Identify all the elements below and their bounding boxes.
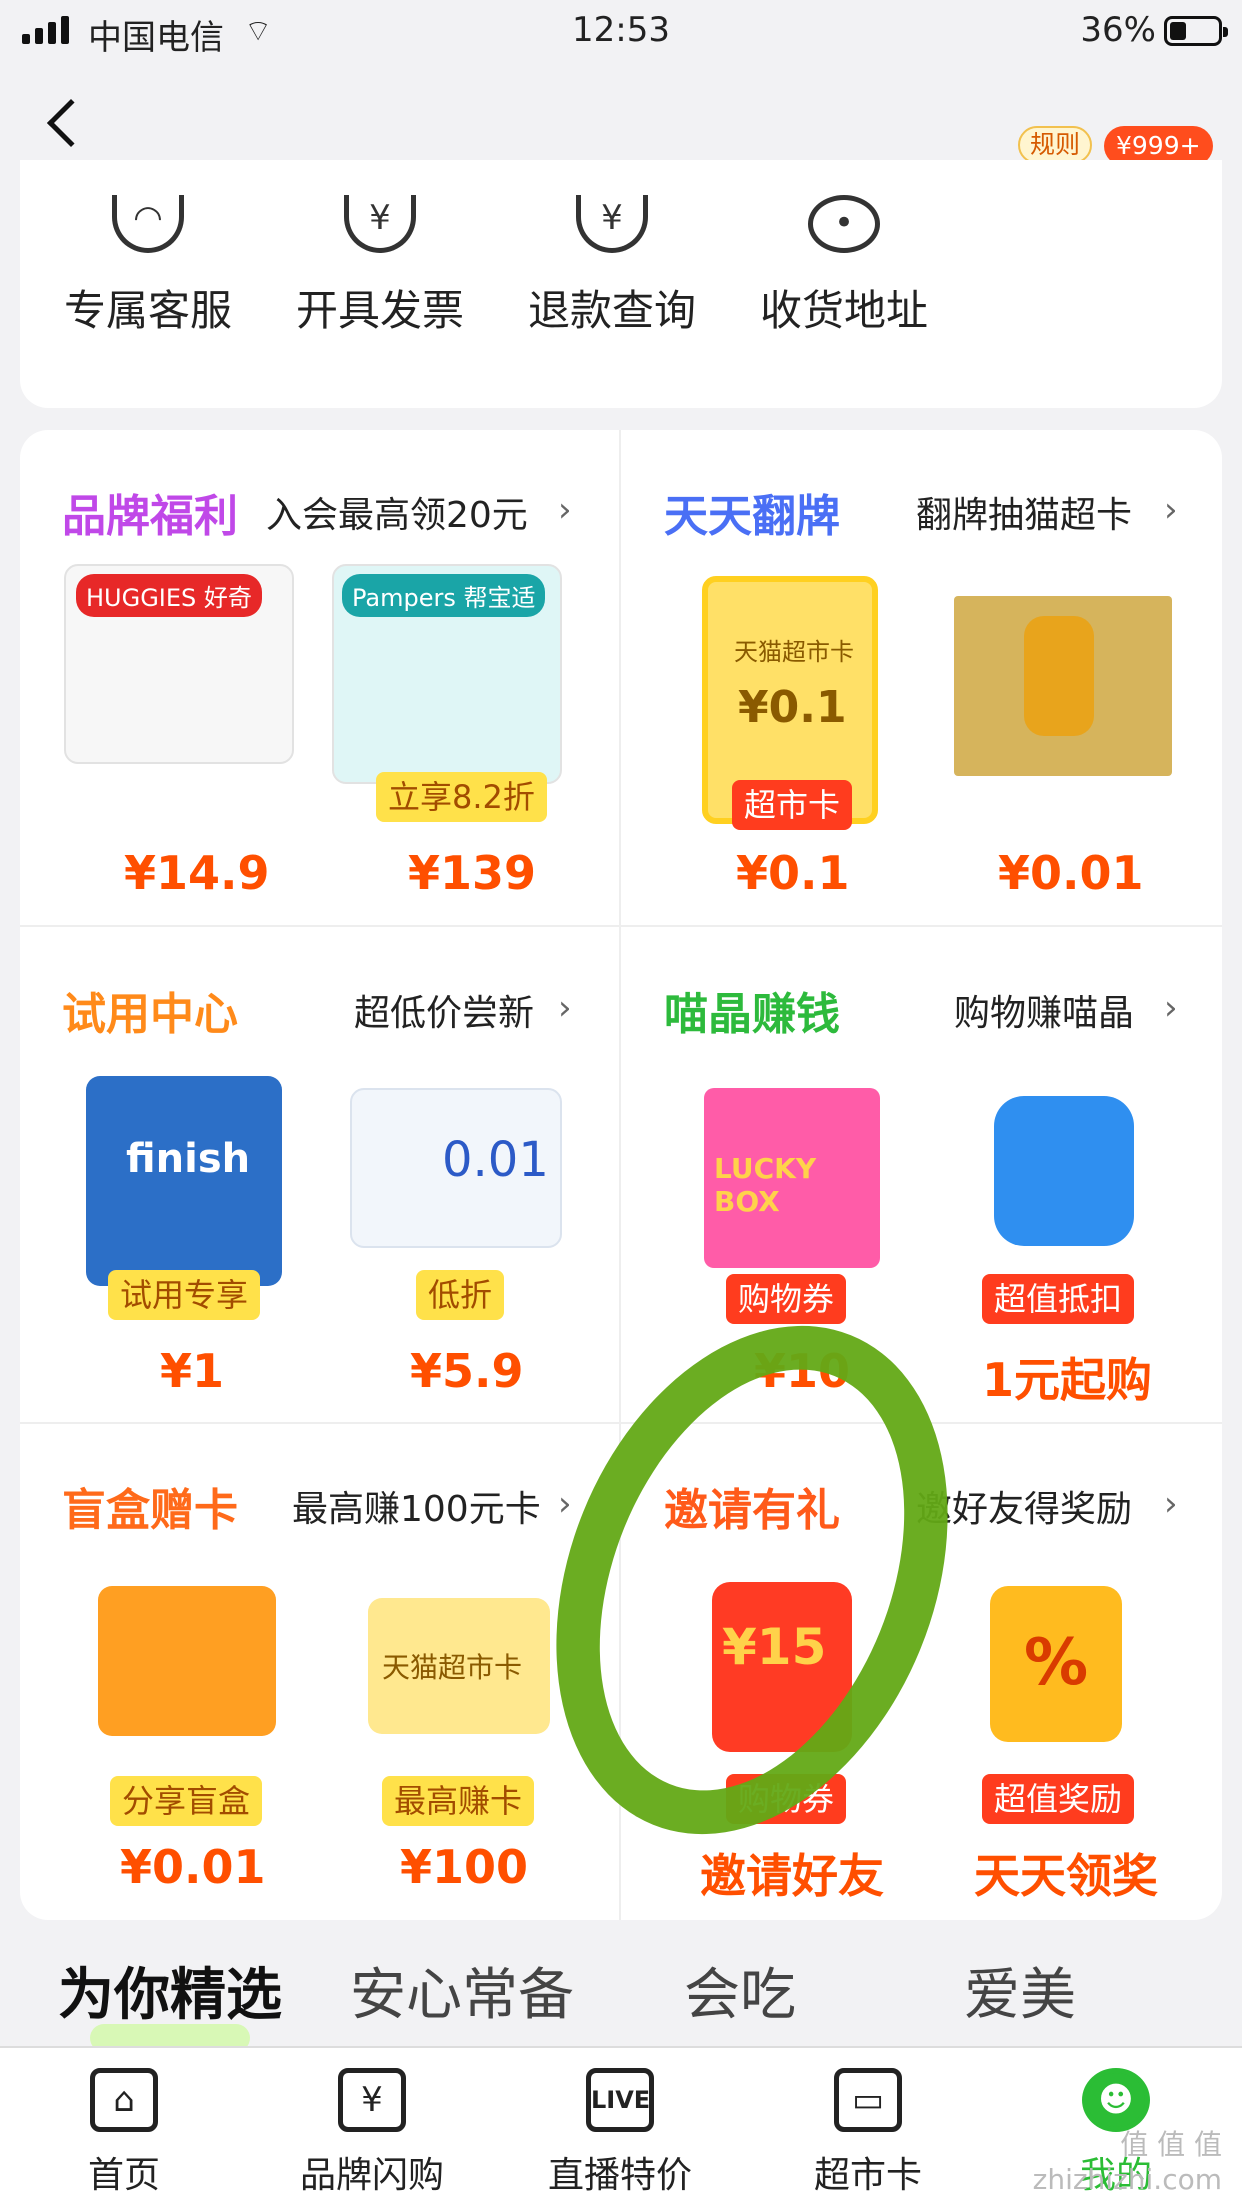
value-deduction-tag: 超值抵扣 <box>982 1274 1135 1324</box>
service-label: 专属客服 <box>63 286 232 335</box>
grid-divider-horizontal <box>20 1422 1222 1424</box>
brand-benefit-cell[interactable]: 品牌福利 入会最高领20元 › HUGGIES 好奇 Pampers 帮宝适 立… <box>62 480 592 900</box>
card-title: 天猫超市卡 <box>382 1651 523 1684</box>
battery-icon <box>1164 16 1228 46</box>
cell-subtitle: 入会最高领20元 <box>266 495 528 536</box>
home-icon: ⌂ <box>90 2068 158 2132</box>
brand-logo: finish <box>126 1136 251 1182</box>
chevron-right-icon: › <box>558 490 572 530</box>
chevron-right-icon: › <box>1164 1484 1178 1524</box>
cell-subtitle: 超低价尝新 <box>354 993 535 1034</box>
brand-logo: HUGGIES 好奇 <box>76 574 262 617</box>
price: ¥0.1 <box>736 846 850 900</box>
condom-product-image[interactable]: 0.01 <box>350 1088 562 1248</box>
price: ¥14.9 <box>124 846 270 900</box>
nav-live[interactable]: LIVE 直播特价 <box>510 2068 730 2198</box>
card-title: 天猫超市卡 <box>734 638 854 666</box>
cell-subtitle: 购物赚喵晶 <box>954 993 1135 1034</box>
price: ¥0.01 <box>120 1840 266 1894</box>
supermarket-card-image[interactable]: 天猫超市卡 <box>368 1598 550 1734</box>
price: ¥5.9 <box>410 1344 524 1398</box>
card-value: ¥0.1 <box>738 682 847 733</box>
brand-logo: LUCKY BOX <box>714 1152 817 1218</box>
grid-divider-horizontal <box>20 925 1222 927</box>
blind-box-cell[interactable]: 盲盒赠卡 最高赚100元卡 › 分享盲盒 天猫超市卡 最高赚卡 ¥0.01 ¥1… <box>62 1474 592 1894</box>
nav-supermarket-card[interactable]: ▭ 超市卡 <box>758 2068 978 2198</box>
supermarket-card-tag: 超市卡 <box>732 780 853 830</box>
nav-label: 超市卡 <box>813 2155 922 2196</box>
location-pin-icon: • <box>808 195 880 253</box>
brand-logo: Pampers 帮宝适 <box>342 574 546 617</box>
watermark: 值 值 值 zhizhizhi.com <box>1032 2128 1222 2196</box>
cell-title: 品牌福利 <box>62 491 238 542</box>
chevron-right-icon: › <box>1164 490 1178 530</box>
clock: 12:53 <box>572 10 670 50</box>
invite-friends-label: 邀请好友 <box>700 1849 884 1903</box>
lucky-box-image[interactable]: LUCKY BOX <box>704 1088 880 1268</box>
service-label: 退款查询 <box>527 286 696 335</box>
tab-essentials[interactable]: 安心常备 <box>350 1950 574 2031</box>
cell-title: 试用中心 <box>62 989 238 1040</box>
status-bar: 中国电信 ⌔ 12:53 36% <box>0 0 1242 62</box>
super-reward-tag: 超值奖励 <box>982 1774 1135 1824</box>
percent-badge-image[interactable]: % <box>990 1586 1122 1742</box>
tab-beauty[interactable]: 爱美 <box>964 1950 1076 2031</box>
card-icon: ▭ <box>834 2068 902 2132</box>
daily-flip-cell[interactable]: 天天翻牌 翻牌抽猫超卡 › 天猫超市卡 ¥0.1 超市卡 ¥0.1 ¥0.01 <box>664 480 1204 900</box>
battery-percent: 36% <box>1080 10 1156 50</box>
yen-icon: ¥ <box>338 2068 406 2132</box>
hair-oil-product-image[interactable] <box>954 596 1172 776</box>
rule-badge[interactable]: 规则 <box>1018 126 1093 164</box>
daily-reward-label: 天天领奖 <box>974 1849 1158 1903</box>
chevron-right-icon: › <box>558 988 572 1028</box>
cell-subtitle: 最高赚100元卡 <box>292 1489 541 1530</box>
refund-icon: ¥ <box>576 195 648 253</box>
shopping-coupon-tag: 购物券 <box>726 1274 847 1324</box>
cell-subtitle: 邀好友得奖励 <box>916 1489 1133 1530</box>
category-tabs: 为你精选 安心常备 会吃 爱美 <box>0 1940 1242 2052</box>
nav-label: 品牌闪购 <box>299 2155 444 2196</box>
cell-subtitle: 翻牌抽猫超卡 <box>916 495 1133 536</box>
low-discount-tag: 低折 <box>416 1270 505 1320</box>
share-blindbox-tag: 分享盲盒 <box>110 1776 263 1826</box>
finish-product-image[interactable]: finish <box>86 1076 282 1286</box>
max-earn-card-tag: 最高赚卡 <box>382 1776 535 1826</box>
nav-brand-flash[interactable]: ¥ 品牌闪购 <box>262 2068 482 2198</box>
huggies-product-image[interactable]: HUGGIES 好奇 <box>64 564 294 764</box>
chevron-right-icon: › <box>558 1484 572 1524</box>
nav-home[interactable]: ⌂ 首页 <box>14 2068 234 2198</box>
discount-tag: 立享8.2折 <box>376 772 547 822</box>
gift-box-image[interactable] <box>98 1586 276 1736</box>
pampers-product-image[interactable]: Pampers 帮宝适 <box>332 564 562 784</box>
nav-label: 首页 <box>87 2155 160 2196</box>
service-customer[interactable]: ◠ 专属客服 <box>48 195 248 365</box>
price: ¥100 <box>400 1840 529 1894</box>
live-icon: LIVE <box>586 2068 654 2132</box>
cell-title: 喵晶赚钱 <box>664 989 840 1040</box>
tab-food[interactable]: 会吃 <box>684 1950 796 2031</box>
service-address[interactable]: • 收货地址 <box>744 195 944 365</box>
invoice-icon: ¥ <box>344 195 416 253</box>
service-refund[interactable]: ¥ 退款查询 <box>512 195 712 365</box>
customer-service-icon: ◠ <box>112 195 184 253</box>
trial-tag: 试用专享 <box>108 1270 261 1320</box>
price: ¥139 <box>408 846 537 900</box>
crystal-earn-cell[interactable]: 喵晶赚钱 购物赚喵晶 › LUCKY BOX 购物券 超值抵扣 ¥10 1元起购 <box>664 978 1204 1407</box>
chevron-right-icon: › <box>1164 988 1178 1028</box>
cell-title: 天天翻牌 <box>664 491 840 542</box>
nav-label: 直播特价 <box>547 2155 692 2196</box>
price: ¥0.01 <box>998 846 1144 900</box>
back-arrow-icon[interactable] <box>46 98 96 148</box>
price: 1元起购 <box>982 1353 1153 1407</box>
service-invoice[interactable]: ¥ 开具发票 <box>280 195 480 365</box>
trial-center-cell[interactable]: 试用中心 超低价尝新 › finish 试用专享 0.01 低折 ¥1 ¥5.9 <box>62 978 592 1398</box>
brand-logo: 0.01 <box>442 1132 549 1188</box>
service-label: 收货地址 <box>759 286 928 335</box>
price: ¥1 <box>160 1344 225 1398</box>
service-label: 开具发票 <box>295 286 464 335</box>
blue-crystal-image[interactable] <box>994 1096 1134 1246</box>
cell-title: 盲盒赠卡 <box>62 1485 238 1536</box>
tab-featured[interactable]: 为你精选 <box>58 1950 282 2031</box>
